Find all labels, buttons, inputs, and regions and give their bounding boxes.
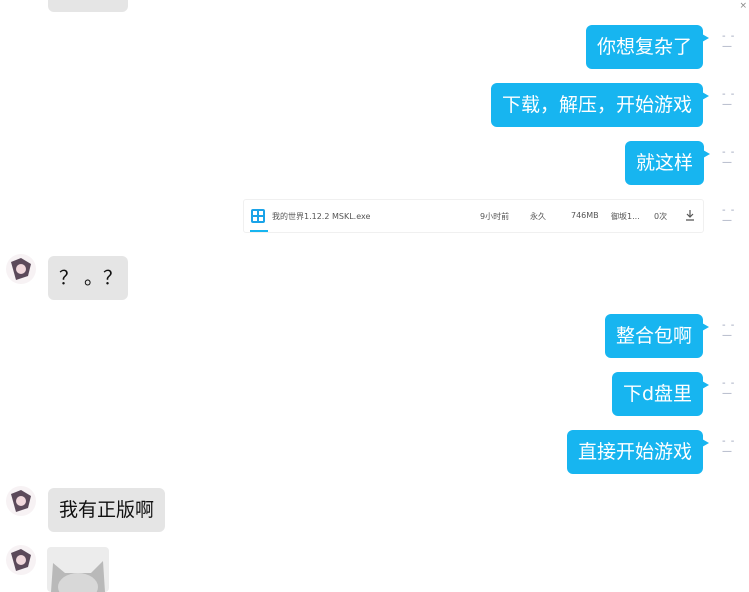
read-indicator-icon: - - — bbox=[722, 205, 736, 226]
read-indicator-icon: - - — bbox=[722, 378, 736, 399]
message-bubble[interactable]: 整合包啊 bbox=[605, 314, 710, 358]
read-indicator-icon: - - — bbox=[722, 436, 736, 457]
avatar[interactable] bbox=[6, 486, 36, 516]
partial-bubble-top bbox=[48, 0, 128, 12]
file-type-icon bbox=[251, 209, 265, 223]
read-indicator-icon: - - — bbox=[722, 31, 736, 52]
file-download-count: 0次 bbox=[654, 212, 668, 221]
message-bubble[interactable]: ？ 。？ bbox=[48, 256, 128, 300]
corner-close-icon[interactable]: × bbox=[739, 1, 747, 11]
avatar[interactable] bbox=[6, 254, 36, 284]
sticker-image[interactable] bbox=[47, 547, 109, 592]
file-validity: 永久 bbox=[530, 212, 546, 221]
file-time: 9小时前 bbox=[480, 212, 510, 221]
read-indicator-icon: - - — bbox=[722, 89, 736, 110]
file-card[interactable]: 我的世界1.12.2 MSKL.exe 9小时前 永久 746MB 御坂1...… bbox=[243, 199, 704, 233]
file-name: 我的世界1.12.2 MSKL.exe bbox=[272, 212, 371, 221]
file-progress-bar bbox=[250, 230, 268, 232]
read-indicator-icon: - - — bbox=[722, 147, 736, 168]
read-indicator-icon: - - — bbox=[722, 320, 736, 341]
avatar[interactable] bbox=[6, 545, 36, 575]
download-icon[interactable] bbox=[685, 209, 695, 221]
message-bubble[interactable]: 下载，解压，开始游戏 bbox=[491, 83, 710, 127]
message-bubble[interactable]: 我有正版啊 bbox=[48, 488, 166, 532]
message-bubble[interactable]: 就这样 bbox=[625, 141, 711, 185]
message-bubble[interactable]: 下d盘里 bbox=[612, 372, 710, 416]
file-location: 御坂1... bbox=[611, 212, 640, 221]
file-size: 746MB bbox=[571, 211, 599, 220]
message-bubble[interactable]: 你想复杂了 bbox=[586, 25, 710, 69]
message-bubble[interactable]: 直接开始游戏 bbox=[567, 430, 710, 474]
